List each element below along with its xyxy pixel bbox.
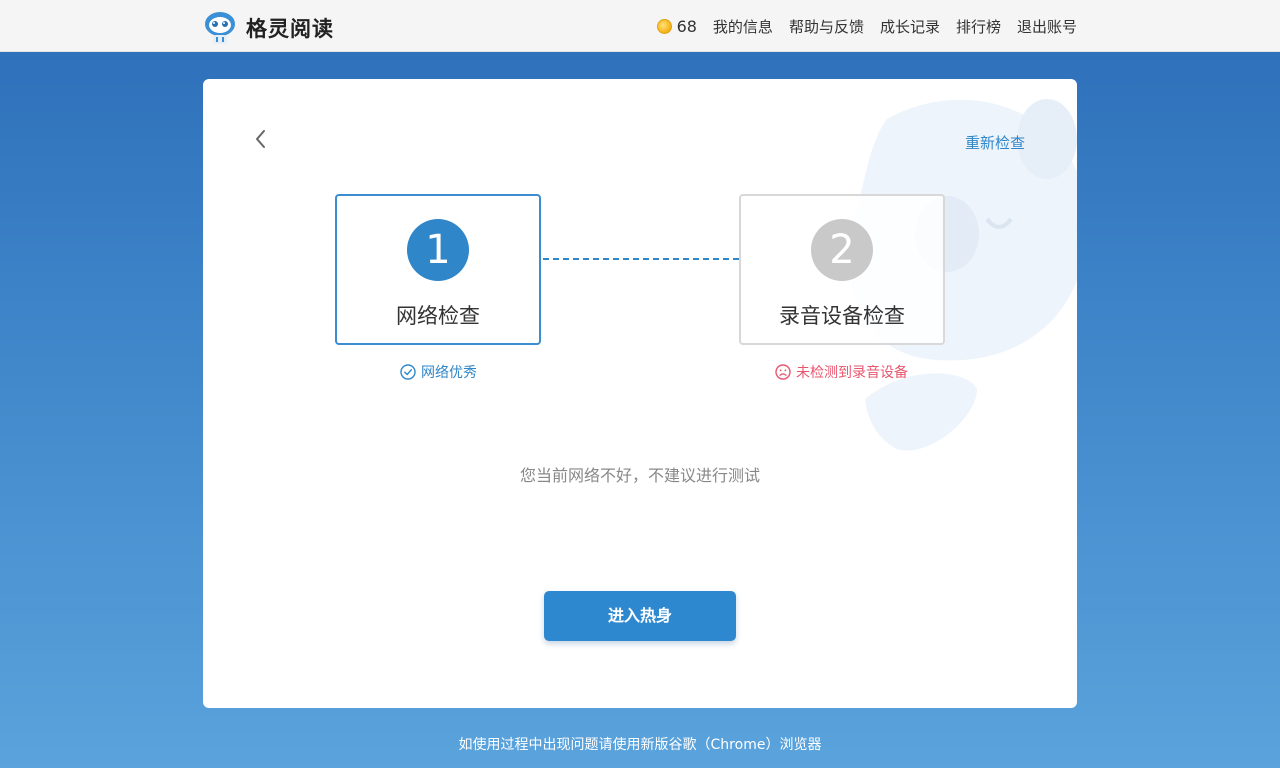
coin-balance: 68 xyxy=(656,16,697,36)
network-hint: 您当前网络不好，不建议进行测试 xyxy=(519,466,760,485)
enter-warmup-button[interactable]: 进入热身 xyxy=(544,591,736,641)
step-network-check: 1 网络检查 xyxy=(335,194,541,345)
device-check-card: 重新检查 1 网络检查 2 录音设备检查 网络优秀 未检测到录音设备 您当前网络… xyxy=(203,79,1077,708)
coin-icon xyxy=(656,18,672,34)
nav-growth-record[interactable]: 成长记录 xyxy=(880,16,940,37)
nav-leaderboard[interactable]: 排行榜 xyxy=(956,16,1001,37)
nav-logout[interactable]: 退出账号 xyxy=(1017,16,1077,37)
network-status-text: 网络优秀 xyxy=(421,365,477,381)
nav-help-feedback[interactable]: 帮助与反馈 xyxy=(789,16,864,37)
step-label-recording: 录音设备检查 xyxy=(779,304,905,328)
browser-recommendation: 如使用过程中出现问题请使用新版谷歌（Chrome）浏览器 xyxy=(458,737,822,753)
recording-status: 未检测到录音设备 xyxy=(775,362,908,382)
step-number-2: 2 xyxy=(811,219,873,281)
brand-name: 格灵阅读 xyxy=(246,17,334,41)
recording-status-text: 未检测到录音设备 xyxy=(796,365,908,381)
step-number-1: 1 xyxy=(407,219,469,281)
step-recording-check: 2 录音设备检查 xyxy=(739,194,945,345)
robot-logo-icon[interactable] xyxy=(202,8,238,46)
sad-face-icon xyxy=(775,364,791,380)
step-label-network: 网络检查 xyxy=(396,304,480,328)
check-circle-icon xyxy=(400,364,416,380)
network-status: 网络优秀 xyxy=(400,362,477,382)
top-nav: 68 我的信息 帮助与反馈 成长记录 排行榜 退出账号 xyxy=(656,0,1077,52)
coin-count: 68 xyxy=(676,16,697,36)
top-header: 格灵阅读 68 我的信息 帮助与反馈 成长记录 排行榜 退出账号 xyxy=(0,0,1280,52)
back-button[interactable] xyxy=(249,127,273,151)
nav-my-info[interactable]: 我的信息 xyxy=(713,16,773,37)
step-connector xyxy=(543,258,739,260)
recheck-button[interactable]: 重新检查 xyxy=(965,132,1025,153)
